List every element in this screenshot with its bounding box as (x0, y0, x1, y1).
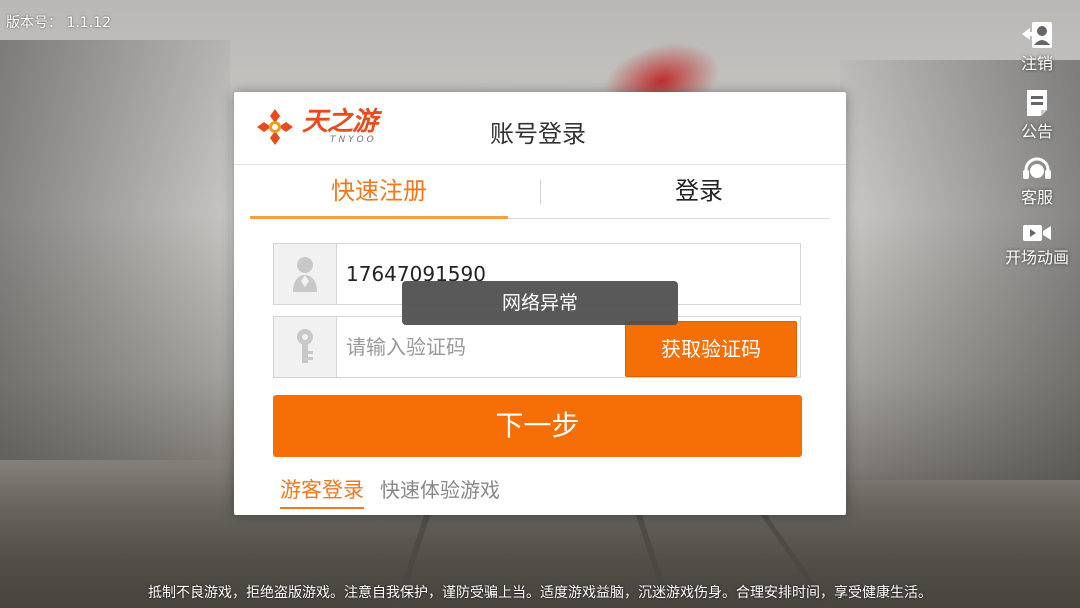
brand-logo-text: 天之游 (302, 107, 378, 137)
version-info: 版本号： 1.1.12 (6, 12, 111, 32)
logout-user-icon (1022, 22, 1052, 48)
tab-divider (540, 180, 541, 204)
guest-login-link[interactable]: 游客登录 (280, 474, 364, 509)
tab-quick-register[interactable]: 快速注册 (250, 168, 508, 219)
version-value: 1.1.12 (66, 15, 111, 31)
verification-code-input[interactable] (346, 317, 616, 377)
version-label: 版本号： (6, 15, 62, 31)
guest-login-row: 游客登录 快速体验游戏 (280, 474, 500, 509)
side-item-intro-video[interactable]: 开场动画 (1002, 222, 1072, 268)
side-menu: 注销 公告 客服 开场动画 (1002, 20, 1072, 282)
next-step-button[interactable]: 下一步 (273, 395, 802, 457)
brand-logo-icon (257, 109, 293, 145)
health-notice: 抵制不良游戏，拒绝盗版游戏。注意自我保护，谨防受骗上当。适度游戏益脑，沉迷游戏伤… (148, 585, 932, 601)
side-item-logout[interactable]: 注销 (1002, 20, 1072, 74)
side-item-label: 客服 (1020, 188, 1053, 207)
notice-document-icon (1027, 90, 1047, 116)
dialog-header: 天之游 TNYOO 账号登录 (234, 92, 846, 165)
side-item-label: 公告 (1020, 122, 1053, 141)
side-item-label: 开场动画 (1004, 248, 1069, 267)
brand-logo: 天之游 TNYOO (254, 106, 378, 148)
user-icon (274, 244, 337, 304)
guest-login-description: 快速体验游戏 (380, 478, 500, 502)
side-item-customer-service[interactable]: 客服 (1002, 156, 1072, 208)
dialog-title: 账号登录 (490, 120, 586, 148)
side-item-notice[interactable]: 公告 (1002, 88, 1072, 142)
verification-code-field: 获取验证码 (273, 316, 801, 378)
customer-service-headset-icon (1023, 157, 1051, 179)
background-fog-left (0, 40, 230, 460)
video-camera-icon (1023, 225, 1051, 241)
get-verification-code-button[interactable]: 获取验证码 (625, 321, 797, 377)
login-tabs: 快速注册 登录 (250, 168, 830, 219)
key-icon (274, 317, 337, 377)
side-item-label: 注销 (1020, 54, 1053, 73)
toast-message: 网络异常 (402, 281, 678, 325)
tab-login[interactable]: 登录 (570, 168, 828, 218)
